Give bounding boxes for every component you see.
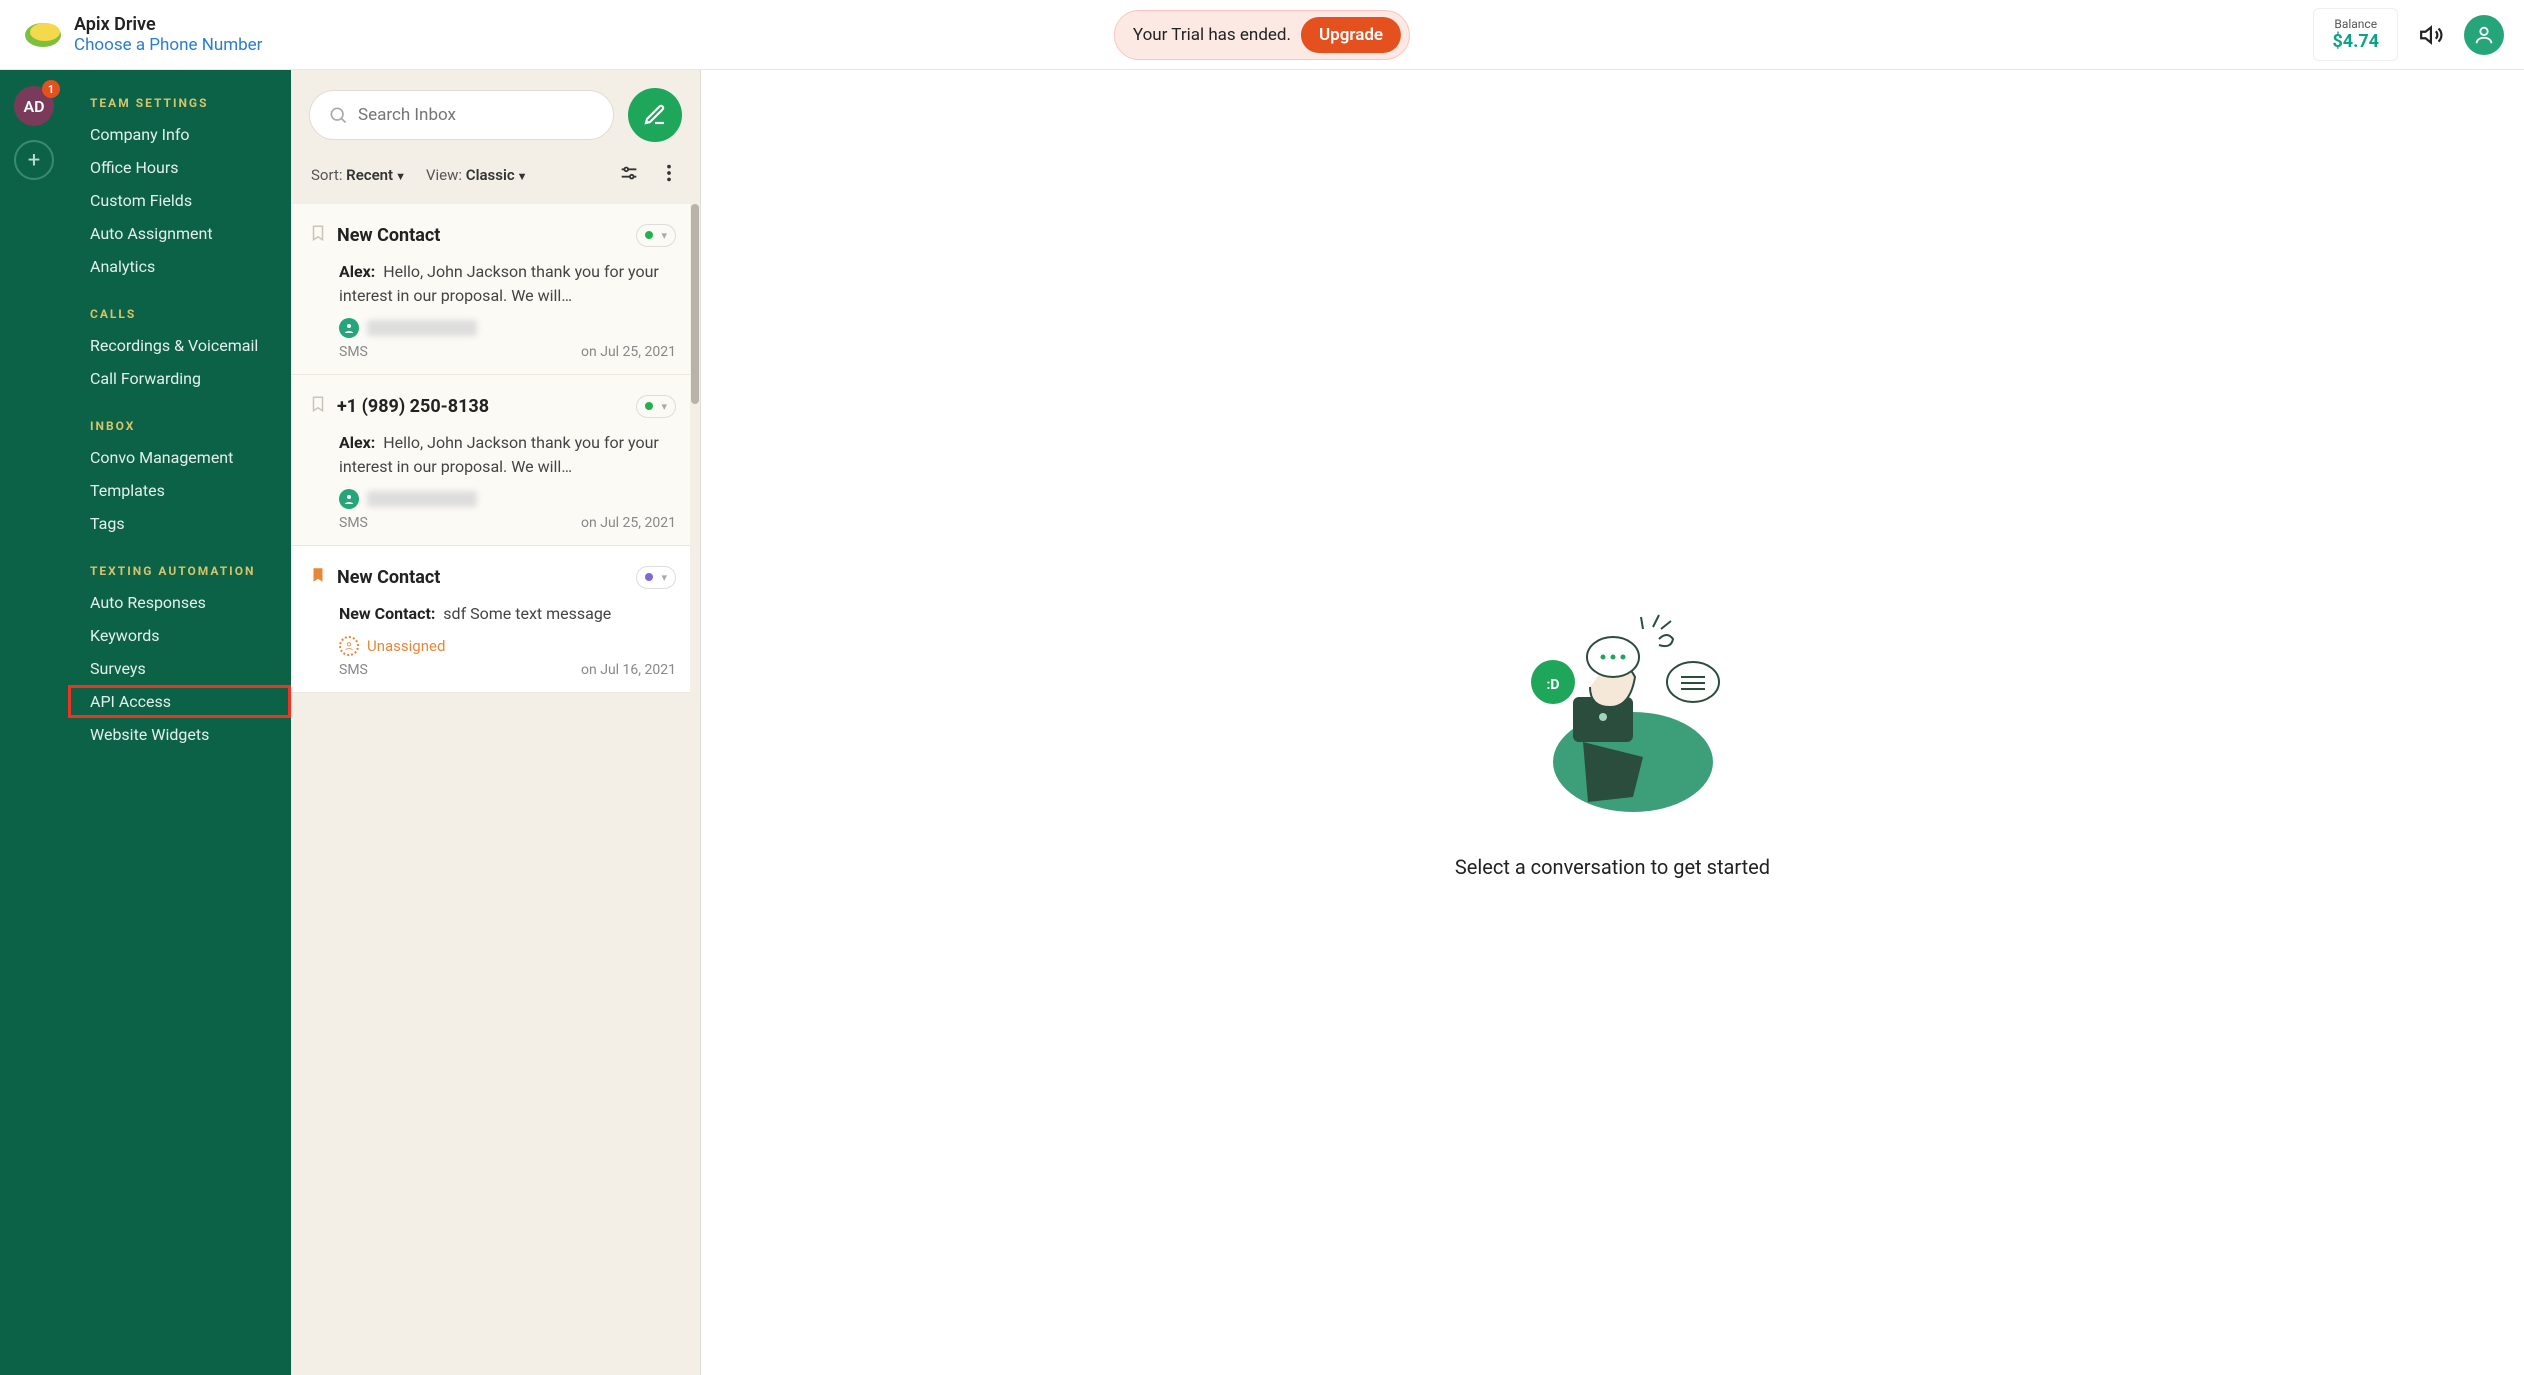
choose-phone-link[interactable]: Choose a Phone Number [74, 35, 262, 55]
sidebar-item-company-info[interactable]: Company Info [68, 118, 291, 151]
status-dot-icon [645, 573, 653, 581]
bookmark-icon[interactable] [309, 564, 327, 590]
sort-control[interactable]: Sort: Recent▼ [311, 166, 406, 184]
balance-box[interactable]: Balance $4.74 [2313, 8, 2398, 61]
settings-sidebar: TEAM SETTINGS Company Info Office Hours … [68, 70, 291, 1375]
conversation-snippet: Alex: Hello, John Jackson thank you for … [339, 431, 676, 479]
conversation-snippet: Alex: Hello, John Jackson thank you for … [339, 260, 676, 308]
search-inbox[interactable] [309, 90, 614, 140]
conversation-meta: SMSon Jul 25, 2021 [339, 344, 676, 360]
header: Apix Drive Choose a Phone Number Your Tr… [0, 0, 2524, 70]
workspace-badge: 1 [42, 80, 60, 98]
profile-avatar[interactable] [2464, 15, 2504, 55]
sidebar-item-templates[interactable]: Templates [68, 474, 291, 507]
upgrade-button[interactable]: Upgrade [1301, 17, 1401, 53]
sidebar-item-api-access[interactable]: API Access [68, 685, 291, 718]
unassigned-icon [339, 636, 359, 656]
empty-state-text: Select a conversation to get started [1455, 855, 1770, 879]
search-input[interactable] [358, 105, 595, 125]
app-title-block: Apix Drive Choose a Phone Number [74, 14, 262, 55]
conversation-meta: SMSon Jul 16, 2021 [339, 662, 676, 678]
sidebar-item-call-forwarding[interactable]: Call Forwarding [68, 362, 291, 395]
assignee-icon [339, 489, 359, 509]
bookmark-icon[interactable] [309, 393, 327, 419]
conversation-item[interactable]: +1 (989) 250-8138 ▾ Alex: Hello, John Ja… [291, 375, 700, 546]
assignee-icon [339, 318, 359, 338]
sidebar-heading: TEAM SETTINGS [68, 88, 291, 118]
filter-icon[interactable] [618, 162, 640, 188]
chevron-down-icon: ▼ [395, 170, 406, 183]
empty-illustration: :D [1483, 567, 1743, 831]
conversation-meta: SMSon Jul 25, 2021 [339, 515, 676, 531]
sidebar-item-surveys[interactable]: Surveys [68, 652, 291, 685]
sidebar-item-website-widgets[interactable]: Website Widgets [68, 718, 291, 751]
status-dot-icon [645, 402, 653, 410]
sidebar-item-recordings[interactable]: Recordings & Voicemail [68, 329, 291, 362]
sidebar-heading: CALLS [68, 299, 291, 329]
status-dot-icon [645, 231, 653, 239]
conversation-list: New Contact ▾ Alex: Hello, John Jackson … [291, 204, 700, 1375]
chevron-down-icon: ▼ [517, 170, 528, 183]
status-pill[interactable]: ▾ [636, 395, 676, 418]
workspace-avatar[interactable]: AD 1 [14, 86, 54, 126]
sidebar-item-auto-responses[interactable]: Auto Responses [68, 586, 291, 619]
assignee-row [339, 318, 676, 338]
sidebar-item-tags[interactable]: Tags [68, 507, 291, 540]
assignee-name-blurred [367, 320, 477, 336]
inbox-controls: Sort: Recent▼ View: Classic▼ [291, 152, 700, 204]
more-icon[interactable] [658, 162, 680, 188]
conversation-snippet: New Contact: sdf Some text message [339, 602, 676, 626]
trial-banner: Your Trial has ended. Upgrade [1114, 10, 1410, 60]
balance-label: Balance [2332, 17, 2379, 31]
inbox-panel: Sort: Recent▼ View: Classic▼ New Contact [291, 70, 701, 1375]
main-empty-state: :D Select a conversation to get started [701, 70, 2524, 1375]
sidebar-item-keywords[interactable]: Keywords [68, 619, 291, 652]
sidebar-heading: TEXTING AUTOMATION [68, 556, 291, 586]
conversation-title: New Contact [337, 225, 626, 246]
conversation-item[interactable]: New Contact ▾ Alex: Hello, John Jackson … [291, 204, 700, 375]
view-control[interactable]: View: Classic▼ [426, 166, 528, 184]
balance-amount: $4.74 [2332, 31, 2379, 52]
sidebar-item-convo-management[interactable]: Convo Management [68, 441, 291, 474]
chevron-down-icon: ▾ [661, 571, 667, 584]
sidebar-item-analytics[interactable]: Analytics [68, 250, 291, 283]
scrollbar-thumb[interactable] [691, 204, 699, 404]
sidebar-item-custom-fields[interactable]: Custom Fields [68, 184, 291, 217]
assignee-name-blurred [367, 491, 477, 507]
add-workspace-button[interactable]: + [14, 140, 54, 180]
assignee-row: Unassigned [339, 636, 676, 656]
assignee-row [339, 489, 676, 509]
sidebar-item-auto-assignment[interactable]: Auto Assignment [68, 217, 291, 250]
conversation-title: +1 (989) 250-8138 [337, 396, 626, 417]
compose-button[interactable] [628, 88, 682, 142]
sidebar-heading: INBOX [68, 411, 291, 441]
compose-icon [643, 103, 667, 127]
status-pill[interactable]: ▾ [636, 566, 676, 589]
chevron-down-icon: ▾ [661, 400, 667, 413]
svg-text::D: :D [1546, 677, 1559, 693]
status-pill[interactable]: ▾ [636, 224, 676, 247]
app-logo [20, 12, 66, 58]
trial-text: Your Trial has ended. [1133, 25, 1291, 45]
chevron-down-icon: ▾ [661, 229, 667, 242]
workspace-rail: AD 1 + [0, 70, 68, 1375]
conversation-item[interactable]: New Contact ▾ New Contact: sdf Some text… [291, 546, 700, 693]
bookmark-icon[interactable] [309, 222, 327, 248]
scrollbar[interactable] [690, 204, 700, 1375]
volume-icon[interactable] [2412, 15, 2452, 55]
search-icon [328, 105, 348, 125]
conversation-title: New Contact [337, 567, 626, 588]
sidebar-item-office-hours[interactable]: Office Hours [68, 151, 291, 184]
app-title: Apix Drive [74, 14, 262, 35]
